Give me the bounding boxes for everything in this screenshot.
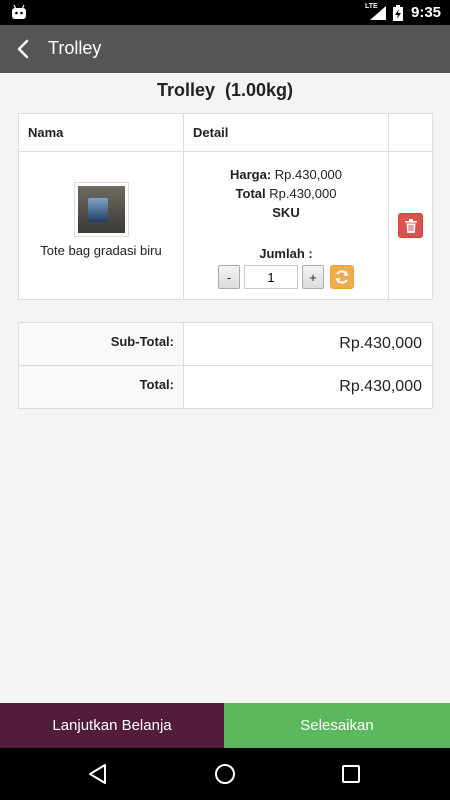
toolbar: Trolley xyxy=(0,25,450,73)
continue-shopping-button[interactable]: Lanjutkan Belanja xyxy=(0,703,224,748)
home-nav-icon[interactable] xyxy=(213,762,237,786)
grand-total-row: Total: Rp.430,000 xyxy=(18,365,433,409)
decrease-quantity-button[interactable]: - xyxy=(218,265,240,289)
recents-nav-icon[interactable] xyxy=(339,762,363,786)
total-line: Total Rp.430,000 xyxy=(184,186,388,205)
system-nav-bar xyxy=(0,748,450,800)
grand-total-label: Total: xyxy=(18,365,184,409)
cart-table: Nama Detail Tote bag gradasi biru Harga:… xyxy=(18,113,433,300)
product-name[interactable]: Tote bag gradasi biru xyxy=(19,243,183,258)
item-total-label: Total xyxy=(235,186,266,201)
column-header-name: Nama xyxy=(18,113,184,152)
detail-cell: Harga: Rp.430,000 Total Rp.430,000 SKU J… xyxy=(183,151,389,300)
quantity-label: Jumlah : xyxy=(259,246,313,261)
subtotal-value: Rp.430,000 xyxy=(183,322,433,366)
update-quantity-button[interactable] xyxy=(330,265,354,289)
clock: 9:35 xyxy=(411,4,442,21)
action-cell xyxy=(388,151,433,300)
increase-quantity-button[interactable]: + xyxy=(302,265,324,289)
column-header-action xyxy=(388,113,433,152)
price-line: Harga: Rp.430,000 xyxy=(184,167,388,186)
sku-label: SKU xyxy=(272,205,300,220)
trash-icon xyxy=(404,218,417,233)
arrow-left-icon[interactable] xyxy=(12,37,36,61)
signal-icon xyxy=(370,6,386,20)
refresh-icon xyxy=(335,270,349,284)
totals-table: Sub-Total: Rp.430,000 Total: Rp.430,000 xyxy=(18,322,433,409)
product-cell: Tote bag gradasi biru xyxy=(18,151,184,300)
toolbar-title: Trolley xyxy=(48,38,102,58)
battery-charging-icon xyxy=(393,5,403,21)
back-nav-icon[interactable] xyxy=(86,762,110,786)
status-bar: LTE 9:35 xyxy=(0,0,450,25)
table-row: Tote bag gradasi biru Harga: Rp.430,000 … xyxy=(18,151,433,300)
android-notification-icon xyxy=(12,5,26,19)
product-thumbnail[interactable] xyxy=(73,182,129,237)
subtotal-row: Sub-Total: Rp.430,000 xyxy=(18,322,433,366)
subtotal-label: Sub-Total: xyxy=(18,322,184,366)
delete-item-button[interactable] xyxy=(398,213,423,238)
price-value: Rp.430,000 xyxy=(271,167,343,182)
grand-total-value: Rp.430,000 xyxy=(183,365,433,409)
page-title: Trolley (1.00kg) xyxy=(156,80,294,100)
product-image xyxy=(77,186,125,233)
checkout-button[interactable]: Selesaikan xyxy=(224,703,450,748)
price-label: Harga: xyxy=(229,167,272,182)
quantity-input[interactable] xyxy=(244,265,298,289)
sku-line: SKU xyxy=(184,205,388,224)
quantity-stepper: - + xyxy=(184,265,388,289)
column-header-detail: Detail xyxy=(183,113,389,152)
item-total-value: Rp.430,000 xyxy=(265,186,337,201)
cart-header-row: Nama Detail xyxy=(18,113,433,152)
